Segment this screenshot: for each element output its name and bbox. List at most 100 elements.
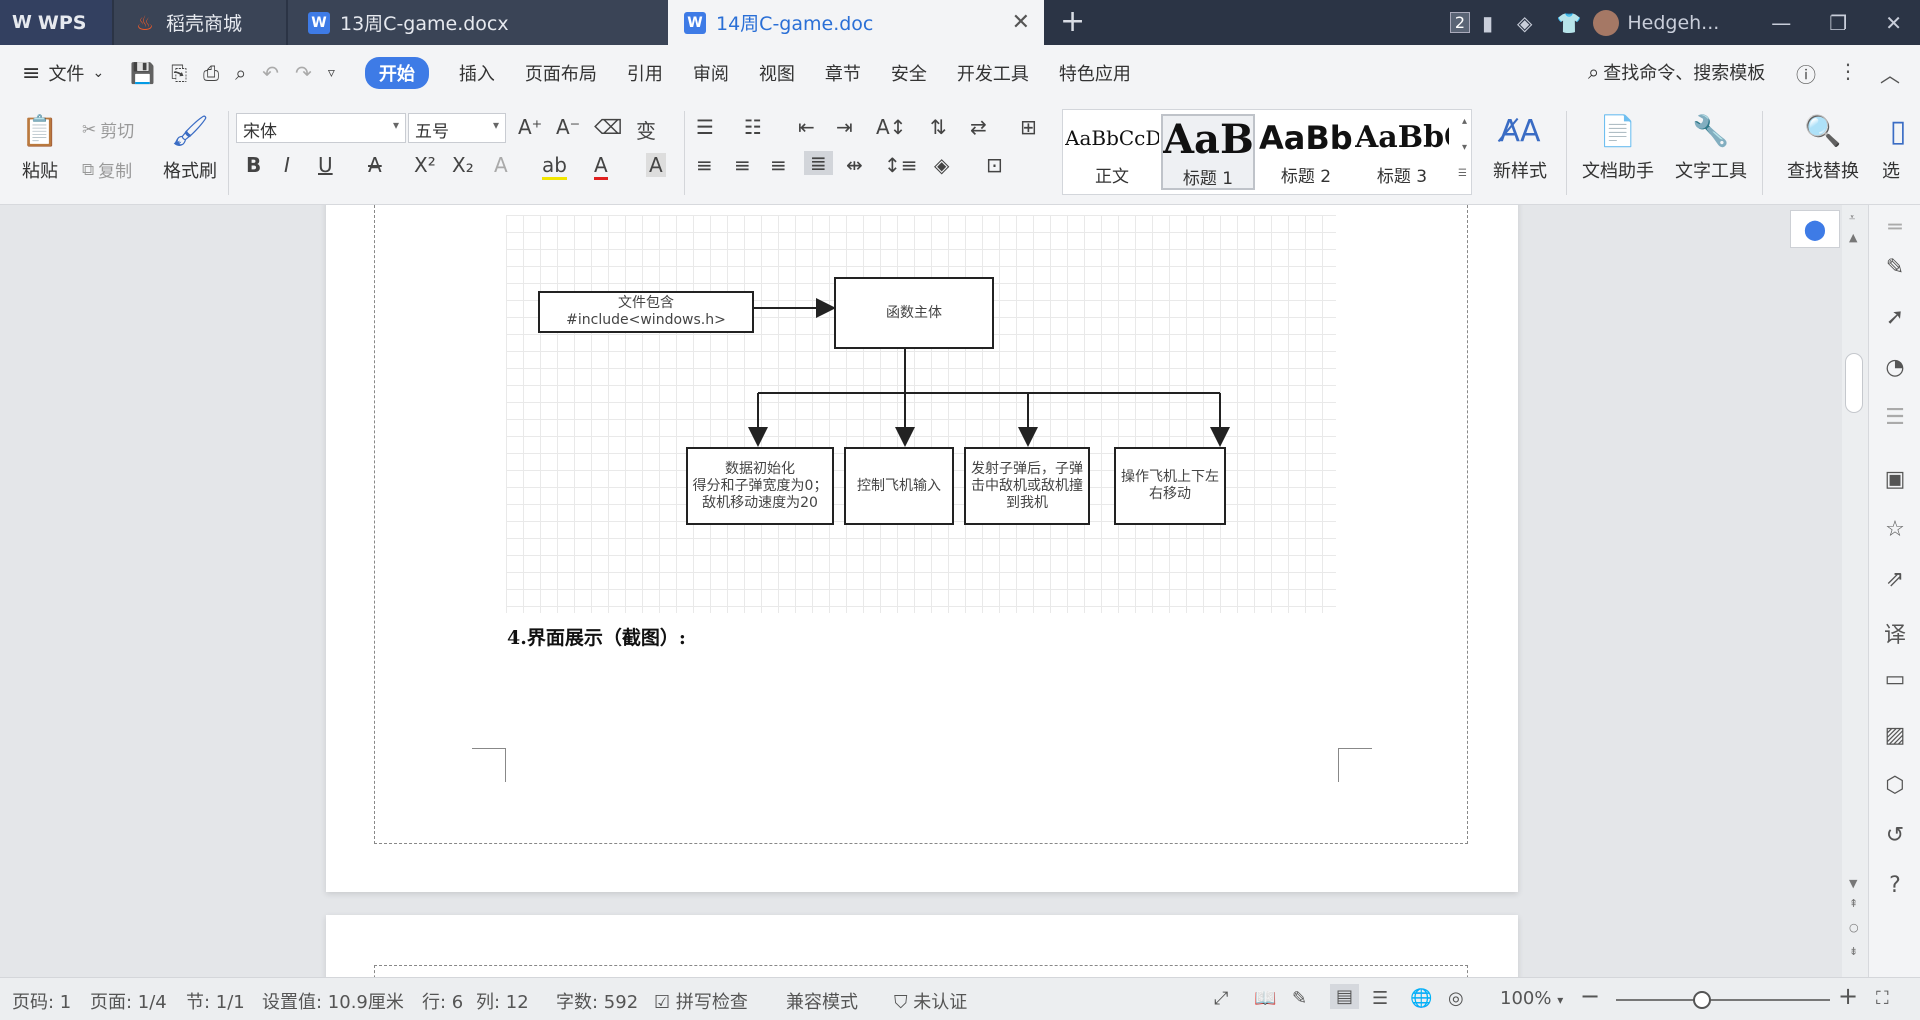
menu-tab-home[interactable]: 开始 — [364, 57, 429, 89]
zoom-out-icon[interactable]: − — [1580, 982, 1600, 1010]
numbered-list-icon[interactable]: ☷ — [744, 115, 762, 139]
increase-indent-icon[interactable]: ⇥ — [836, 115, 853, 139]
history-icon[interactable]: ↺ — [1881, 823, 1909, 851]
read-mode-icon[interactable]: 📖 — [1254, 988, 1276, 1009]
flowchart-image[interactable]: 文件包含 #include<windows.h> 函数主体 数据初始化 得分和子弹宽… — [506, 215, 1336, 613]
certification-button[interactable]: ⛉ 未认证 — [894, 988, 967, 1014]
menu-tab-security[interactable]: 安全 — [891, 60, 927, 86]
format-painter-button[interactable]: 🖌 格式刷 — [160, 109, 220, 183]
help-icon[interactable]: ⓘ — [1796, 59, 1816, 88]
menu-tab-developer[interactable]: 开发工具 — [957, 60, 1029, 86]
superscript-icon[interactable]: X² — [414, 153, 436, 177]
font-name-select[interactable]: 宋体 ▾ — [236, 113, 406, 143]
status-section[interactable]: 节: 1/1 — [186, 988, 245, 1014]
export-icon[interactable]: ⎘ — [171, 61, 187, 85]
underline-icon[interactable]: U — [318, 153, 333, 177]
grow-font-icon[interactable]: A⁺ — [518, 115, 542, 139]
select-browse-object-icon[interactable]: ○ — [1849, 921, 1859, 934]
menu-tab-review[interactable]: 审阅 — [693, 60, 729, 86]
document-page-2[interactable] — [326, 915, 1518, 977]
share-out-icon[interactable]: ⇗ — [1881, 567, 1909, 595]
paste-button[interactable]: 📋 粘贴 — [12, 109, 68, 183]
tab-wps-home[interactable]: W WPS — [0, 0, 112, 45]
restore-icon[interactable]: ❐ — [1829, 11, 1847, 35]
next-page-icon[interactable]: ⇟ — [1849, 945, 1858, 958]
scroll-up-arrow-icon[interactable]: ▲ — [1849, 231, 1857, 244]
image-icon[interactable]: ▨ — [1881, 723, 1909, 751]
font-size-select[interactable]: 五号 ▾ — [408, 113, 506, 143]
status-row[interactable]: 行: 6 — [422, 988, 463, 1014]
decrease-indent-icon[interactable]: ⇤ — [798, 115, 815, 139]
eye-protection-icon[interactable]: ◎ — [1448, 988, 1464, 1009]
style-heading-1[interactable]: AaBl 标题 1 — [1161, 114, 1255, 190]
skin-icon[interactable]: 👕 — [1556, 11, 1581, 35]
prev-page-icon[interactable]: ⇞ — [1849, 897, 1858, 910]
copy-button[interactable]: ⧉ 复制 — [82, 157, 132, 183]
undo-icon[interactable]: ↶ — [262, 61, 279, 85]
adjust-icon[interactable]: ☰ — [1881, 405, 1909, 433]
archive-icon[interactable]: ▭ — [1881, 667, 1909, 695]
star-icon[interactable]: ☆ — [1881, 517, 1909, 545]
zoom-level[interactable]: 100% ▾ — [1500, 988, 1563, 1009]
more-options-icon[interactable]: ⋮ — [1838, 59, 1858, 88]
justify-icon[interactable]: ≣ — [804, 151, 833, 175]
print-icon[interactable]: ⎙ — [203, 61, 219, 85]
shading-icon[interactable]: ◈ — [934, 153, 949, 177]
phonetic-guide-icon[interactable]: 变 — [636, 115, 656, 144]
bold-icon[interactable]: B — [246, 153, 261, 177]
page-view-icon[interactable]: ▤ — [1330, 984, 1360, 1009]
zoom-slider[interactable] — [1616, 991, 1830, 1009]
strikethrough-icon[interactable]: A — [368, 153, 382, 177]
menu-tab-chapter[interactable]: 章节 — [825, 60, 861, 86]
zoom-slider-knob[interactable] — [1692, 991, 1711, 1009]
collapse-panel-icon[interactable]: ═ — [1881, 215, 1909, 243]
zoom-in-icon[interactable]: + — [1838, 982, 1858, 1010]
web-view-icon[interactable]: 🌐 — [1410, 988, 1432, 1009]
status-setting[interactable]: 设置值: 10.9厘米 — [262, 988, 404, 1014]
close-window-icon[interactable]: ✕ — [1885, 11, 1902, 35]
share-icon[interactable]: ◈ — [1517, 11, 1532, 35]
text-effect-icon[interactable]: A — [494, 153, 508, 177]
subscript-icon[interactable]: X₂ — [452, 153, 474, 177]
text-tools-button[interactable]: 🔧 文字工具 — [1666, 109, 1756, 183]
menu-tab-page-layout[interactable]: 页面布局 — [525, 60, 597, 86]
outline-view-icon[interactable]: ☰ — [1372, 988, 1388, 1009]
scroll-down-icon[interactable]: ▾ — [1462, 142, 1467, 153]
shapes-icon[interactable]: ◔ — [1881, 355, 1909, 383]
vertical-scrollbar[interactable]: ⩡ ▲ ▼ ⇞ ○ ⇟ — [1842, 205, 1868, 977]
status-word-count[interactable]: 字数: 592 — [556, 988, 638, 1014]
menu-tab-references[interactable]: 引用 — [627, 60, 663, 86]
find-replace-button[interactable]: 🔍 查找替换 — [1778, 109, 1868, 183]
scroll-up-icon[interactable]: ▴ — [1462, 116, 1467, 127]
borders-icon[interactable]: ⊡ — [986, 153, 1003, 177]
expand-gallery-icon[interactable]: ☰ — [1458, 168, 1467, 179]
clear-format-icon[interactable]: ⌫ — [594, 115, 622, 139]
tab-docer-store[interactable]: ♨ 稻壳商城 — [114, 0, 286, 45]
shrink-font-icon[interactable]: A⁻ — [556, 115, 580, 139]
highlight-icon[interactable]: ab — [542, 153, 567, 180]
line-spacing-icon[interactable]: ↕≡ — [884, 153, 918, 177]
status-page-number[interactable]: 页码: 1 — [12, 988, 71, 1014]
style-heading-2[interactable]: AaBb( 标题 2 — [1259, 114, 1353, 190]
table-grid-icon[interactable]: ⊞ — [1020, 115, 1037, 139]
menu-tab-special[interactable]: 特色应用 — [1059, 60, 1131, 86]
window-count-badge[interactable]: 2 — [1449, 12, 1471, 33]
status-page-count[interactable]: 页面: 1/4 — [90, 988, 167, 1014]
document-page[interactable]: 文件包含 #include<windows.h> 函数主体 数据初始化 得分和子弹宽… — [326, 205, 1518, 892]
location-pin-icon[interactable]: ⬤ — [1790, 210, 1840, 248]
select-button[interactable]: ▯ 选 — [1876, 109, 1906, 183]
distributed-icon[interactable]: ⇹ — [846, 153, 863, 177]
shield-icon[interactable]: ⬡ — [1881, 773, 1909, 801]
spellcheck-button[interactable]: ☑ 拼写检查 — [654, 988, 748, 1014]
align-left-icon[interactable]: ≡ — [696, 153, 713, 177]
save-icon[interactable]: 💾 — [130, 61, 155, 85]
align-right-icon[interactable]: ≡ — [770, 153, 787, 177]
char-shading-icon[interactable]: A — [646, 153, 666, 177]
redo-icon[interactable]: ↷ — [295, 61, 312, 85]
text-direction-icon[interactable]: A↕ — [876, 115, 906, 139]
show-marks-icon[interactable]: ⇄ — [970, 115, 987, 139]
align-center-icon[interactable]: ≡ — [734, 153, 751, 177]
collapse-ribbon-icon[interactable]: ︿ — [1880, 59, 1900, 88]
customize-toolbar-icon[interactable]: ▿ — [328, 65, 335, 81]
close-tab-icon[interactable]: ✕ — [1012, 10, 1030, 35]
